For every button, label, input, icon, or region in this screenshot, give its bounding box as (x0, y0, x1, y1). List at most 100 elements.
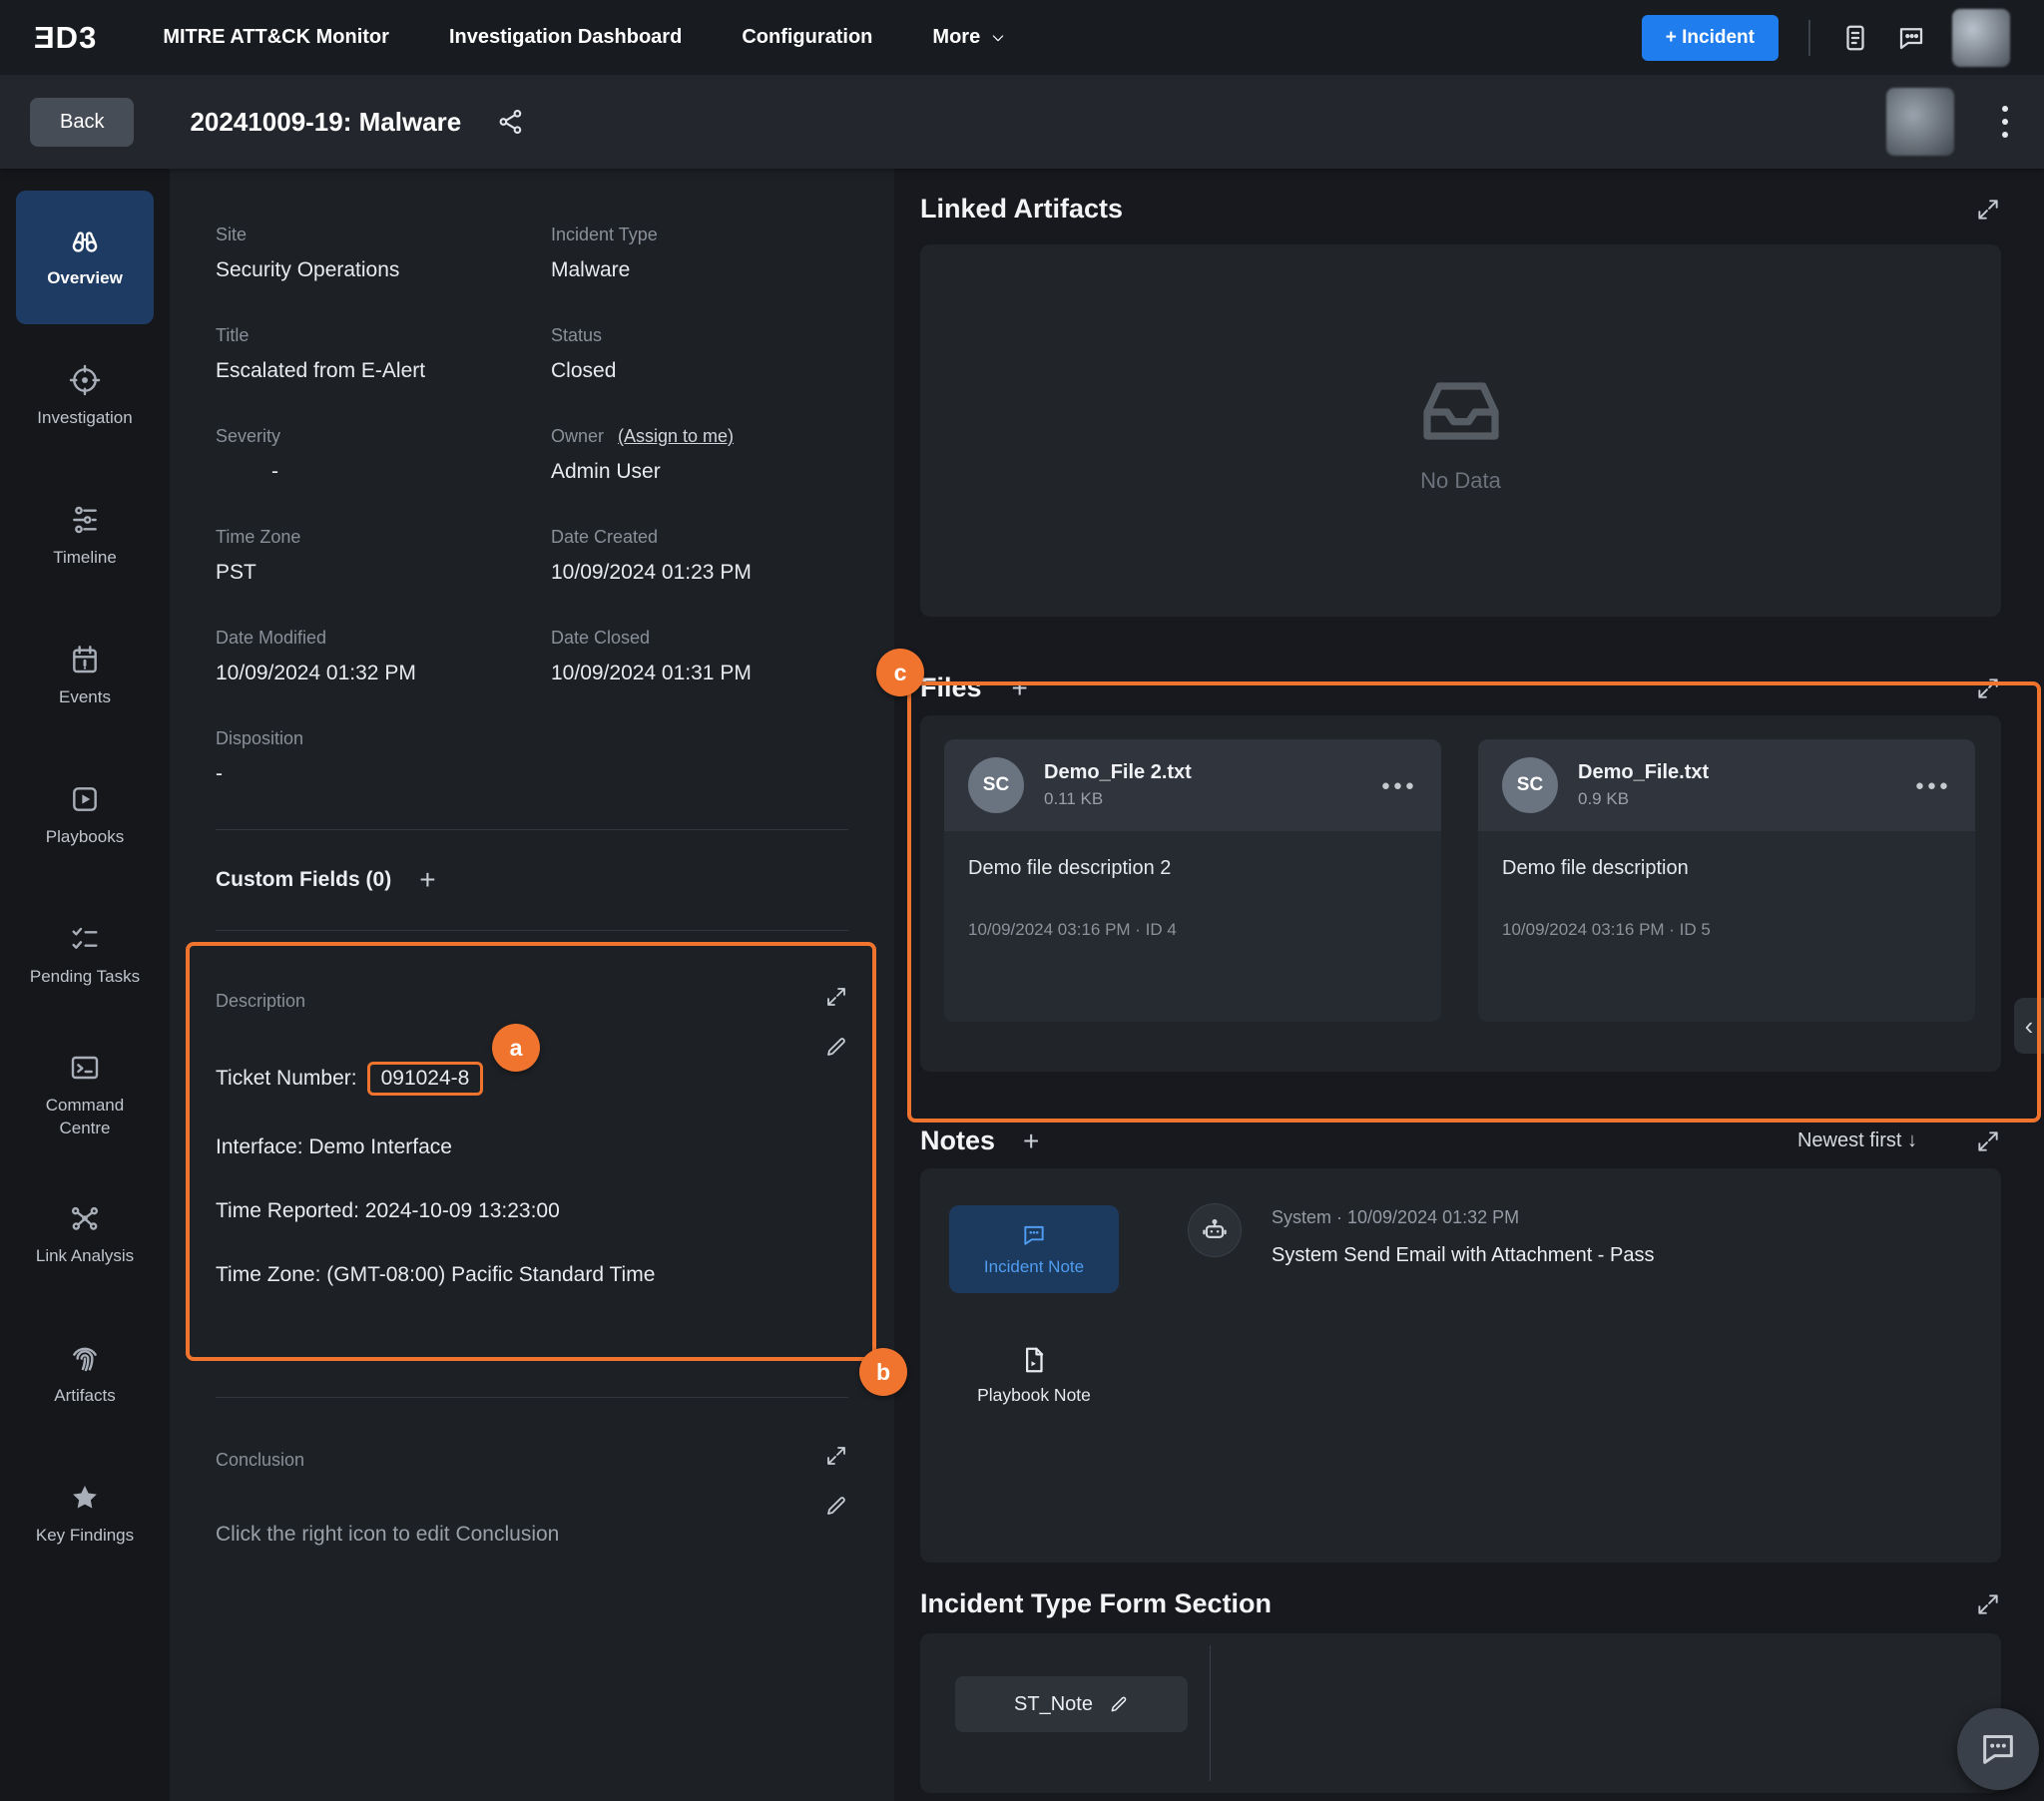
custom-fields-section: Custom Fields (0) + (216, 830, 848, 930)
nav-divider (1808, 20, 1810, 56)
report-icon[interactable] (1840, 23, 1870, 53)
star-icon (69, 1482, 101, 1514)
description-label: Description (216, 991, 848, 1012)
sidebar-item-link-analysis[interactable]: Link Analysis (16, 1168, 154, 1302)
form-section-panel: ST_Note (920, 1633, 2001, 1793)
description-section: Description Ticket Number:091024-8 Inter… (216, 930, 848, 1397)
sidebar-item-events[interactable]: Events (16, 610, 154, 743)
description-line: Interface: Demo Interface (216, 1135, 848, 1159)
ticket-number-highlight: 091024-8 (367, 1062, 484, 1096)
notes-title: Notes (920, 1126, 995, 1156)
file-card[interactable]: SC Demo_File 2.txt 0.11 KB ●●● Demo file… (944, 739, 1441, 1022)
incident-details-panel: Site Security Operations Incident Type M… (170, 169, 894, 1801)
expand-linked-artifacts-icon[interactable] (1975, 197, 2001, 223)
linked-artifacts-header: Linked Artifacts (920, 194, 2001, 225)
sidebar-item-artifacts[interactable]: Artifacts (16, 1308, 154, 1442)
assign-to-me-link[interactable]: (Assign to me) (618, 426, 734, 447)
nav-more[interactable]: More (932, 26, 1006, 49)
system-bot-icon (1188, 1203, 1242, 1257)
sidebar-item-overview[interactable]: Overview (16, 191, 154, 324)
playbook-icon (69, 783, 101, 815)
nav-mitre-attack-monitor[interactable]: MITRE ATT&CK Monitor (163, 26, 389, 49)
expand-conclusion-icon[interactable] (824, 1444, 848, 1468)
new-incident-button[interactable]: + Incident (1642, 15, 1779, 61)
add-custom-field-button[interactable]: + (419, 866, 435, 894)
incident-title: 20241009-19: Malware (190, 107, 461, 138)
notes-sort-control[interactable]: Newest first ↓ (1797, 1129, 1917, 1152)
file-owner-avatar: SC (968, 757, 1024, 813)
file-menu-icon[interactable]: ●●● (1915, 777, 1951, 794)
field-status: Status Closed (551, 325, 848, 426)
add-note-button[interactable]: + (1023, 1127, 1039, 1155)
sidebar-item-command-centre[interactable]: Command Centre (16, 1029, 154, 1162)
incident-note-tab[interactable]: Incident Note (949, 1205, 1119, 1293)
file-menu-icon[interactable]: ●●● (1381, 777, 1417, 794)
incident-fields: Site Security Operations Incident Type M… (216, 225, 848, 829)
network-icon (69, 1202, 101, 1234)
note-bubble-icon (1021, 1222, 1047, 1248)
linked-artifacts-panel: No Data (920, 244, 2001, 617)
chevron-down-icon (990, 30, 1006, 46)
description-line: Time Reported: 2024-10-09 13:23:00 (216, 1199, 848, 1223)
note-text: System Send Email with Attachment - Pass (1272, 1244, 1655, 1267)
notes-panel: Incident Note Playbook Note System · 10/… (920, 1168, 2001, 1563)
description-ticket-line: Ticket Number:091024-8 (216, 1062, 848, 1096)
top-nav-items: MITRE ATT&CK Monitor Investigation Dashb… (163, 26, 1006, 49)
field-date-closed: Date Closed 10/09/2024 01:31 PM (551, 628, 848, 728)
binoculars-icon (69, 225, 101, 256)
file-meta: 10/09/2024 03:16 PM · ID 4 (968, 920, 1417, 940)
sidebar-item-investigation[interactable]: Investigation (16, 330, 154, 464)
user-avatar[interactable] (1952, 9, 2010, 67)
file-size: 0.11 KB (1044, 789, 1192, 809)
file-card[interactable]: SC Demo_File.txt 0.9 KB ●●● Demo file de… (1478, 739, 1975, 1022)
expand-notes-icon[interactable] (1975, 1128, 2001, 1154)
annotation-callout-b: b (859, 1348, 907, 1396)
conclusion-section: Conclusion Click the right icon to edit … (216, 1397, 848, 1801)
checklist-icon (69, 923, 101, 955)
add-file-button[interactable]: + (1012, 675, 1028, 702)
sidebar-item-pending-tasks[interactable]: Pending Tasks (16, 889, 154, 1023)
form-divider (1210, 1645, 1211, 1781)
sidebar-item-timeline[interactable]: Timeline (16, 470, 154, 604)
terminal-icon (69, 1052, 101, 1084)
target-icon (69, 364, 101, 396)
chat-icon[interactable] (1896, 23, 1926, 53)
note-meta: System · 10/09/2024 01:32 PM (1272, 1207, 1655, 1228)
expand-form-section-icon[interactable] (1975, 1591, 2001, 1617)
d3-logo[interactable]: ƎD3 (34, 20, 97, 56)
description-line: Time Zone: (GMT-08:00) Pacific Standard … (216, 1263, 848, 1287)
edit-icon (1109, 1694, 1129, 1714)
playbook-note-tab[interactable]: Playbook Note (949, 1345, 1119, 1406)
nav-investigation-dashboard[interactable]: Investigation Dashboard (449, 26, 682, 49)
notes-header: Notes + Newest first ↓ (920, 1126, 2001, 1156)
file-size: 0.9 KB (1578, 789, 1709, 809)
more-options-icon[interactable] (1996, 100, 2014, 144)
sidebar-item-playbooks[interactable]: Playbooks (16, 749, 154, 883)
calendar-icon (69, 644, 101, 675)
field-disposition: Disposition - (216, 728, 551, 829)
share-icon[interactable] (497, 108, 525, 136)
back-button[interactable]: Back (30, 98, 134, 147)
edit-conclusion-icon[interactable] (824, 1494, 848, 1518)
owner-avatar[interactable] (1886, 88, 1954, 156)
expand-files-icon[interactable] (1975, 675, 2001, 701)
custom-fields-label: Custom Fields (0) (216, 868, 391, 892)
field-title: Title Escalated from E-Alert (216, 325, 551, 426)
file-name: Demo_File 2.txt (1044, 761, 1192, 784)
field-severity: Severity - (216, 426, 551, 527)
files-title: Files (920, 673, 982, 703)
annotation-callout-c: c (876, 649, 924, 696)
edit-description-icon[interactable] (824, 1035, 848, 1059)
nav-configuration[interactable]: Configuration (742, 26, 872, 49)
note-entry: System · 10/09/2024 01:32 PM System Send… (1188, 1203, 1655, 1267)
expand-description-icon[interactable] (824, 985, 848, 1009)
collapse-panel-arrow[interactable]: ‹ (2014, 998, 2044, 1054)
sidebar-item-key-findings[interactable]: Key Findings (16, 1448, 154, 1581)
incident-detail-page: ƎD3 MITRE ATT&CK Monitor Investigation D… (0, 0, 2044, 1801)
chat-fab-button[interactable] (1957, 1708, 2039, 1790)
annotation-callout-a: a (492, 1024, 540, 1072)
st-note-button[interactable]: ST_Note (955, 1676, 1188, 1732)
file-description: Demo file description (1502, 857, 1951, 880)
fingerprint-icon (69, 1342, 101, 1374)
field-site: Site Security Operations (216, 225, 551, 325)
